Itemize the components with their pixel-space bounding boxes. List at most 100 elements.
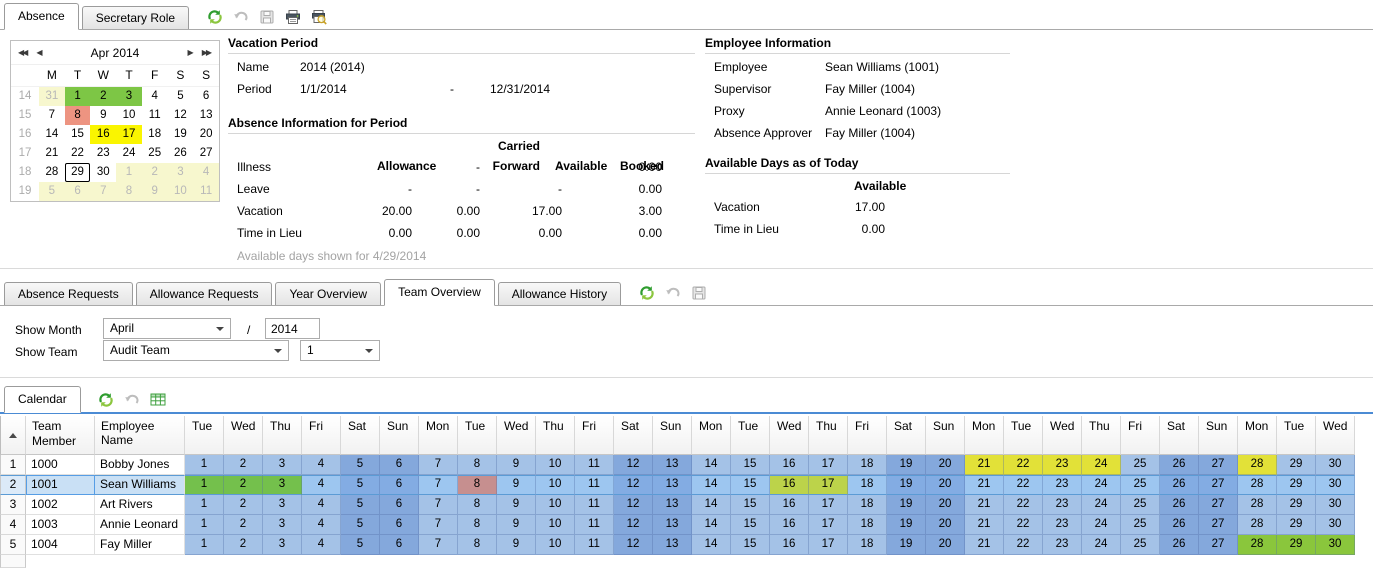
day-column-header[interactable]: Sun [653,416,692,455]
day-cell[interactable]: 23 [1043,515,1082,535]
day-cell[interactable]: 9 [497,495,536,515]
day-cell[interactable]: 29 [1277,535,1316,555]
employee-name-cell[interactable]: Bobby Jones [95,455,185,475]
day-cell[interactable]: 11 [575,475,614,495]
day-cell[interactable]: 23 [1043,475,1082,495]
year-input[interactable] [265,318,320,339]
day-column-header[interactable]: Mon [692,416,731,455]
day-cell[interactable]: 26 [1160,475,1199,495]
day-cell[interactable]: 28 [1238,535,1277,555]
day-cell[interactable]: 21 [965,495,1004,515]
day-cell[interactable]: 25 [1121,495,1160,515]
day-cell[interactable]: 13 [653,495,692,515]
day-cell[interactable]: 23 [1043,455,1082,475]
day-cell[interactable]: 10 [536,535,575,555]
day-column-header[interactable]: Wed [770,416,809,455]
day-cell[interactable]: 1 [185,475,224,495]
day-cell[interactable]: 18 [848,515,887,535]
calendar-day[interactable]: 26 [168,144,194,163]
row-number-cell[interactable]: 5 [0,535,26,555]
calendar-day[interactable]: 1 [116,163,142,182]
day-cell[interactable]: 11 [575,535,614,555]
day-cell[interactable]: 24 [1082,515,1121,535]
calendar-day[interactable]: 4 [193,163,219,182]
employee-name-cell[interactable]: Annie Leonard [95,515,185,535]
calendar-day[interactable]: 3 [116,87,142,106]
day-cell[interactable]: 27 [1199,535,1238,555]
prev-year-icon[interactable]: ◀◀ [18,48,26,57]
tab-absence-requests[interactable]: Absence Requests [4,282,133,305]
employee-name-column-header[interactable]: Employee Name [95,416,185,455]
calendar-day[interactable]: 31 [39,87,65,106]
day-column-header[interactable]: Tue [1277,416,1316,455]
day-column-header[interactable]: Tue [1004,416,1043,455]
day-cell[interactable]: 15 [731,475,770,495]
day-cell[interactable]: 25 [1121,535,1160,555]
calendar-day[interactable]: 30 [90,163,116,182]
calendar-day[interactable]: 4 [142,87,168,106]
day-cell[interactable]: 17 [809,535,848,555]
calendar-day[interactable]: 10 [168,182,194,201]
calendar-day[interactable]: 21 [39,144,65,163]
day-column-header[interactable]: Sun [380,416,419,455]
day-column-header[interactable]: Fri [575,416,614,455]
day-cell[interactable]: 18 [848,495,887,515]
day-cell[interactable]: 26 [1160,535,1199,555]
day-cell[interactable]: 24 [1082,455,1121,475]
tab-allowance-history[interactable]: Allowance History [498,282,621,305]
day-cell[interactable]: 18 [848,475,887,495]
day-cell[interactable]: 17 [809,515,848,535]
calendar-day[interactable]: 9 [142,182,168,201]
calendar-day[interactable]: 12 [168,106,194,125]
calendar-day[interactable]: 15 [65,125,91,144]
day-cell[interactable]: 26 [1160,515,1199,535]
calendar-day[interactable]: 17 [116,125,142,144]
day-cell[interactable]: 15 [731,535,770,555]
day-cell[interactable]: 7 [419,495,458,515]
day-column-header[interactable]: Wed [1316,416,1355,455]
refresh-icon[interactable] [98,391,115,408]
calendar-day[interactable]: 25 [142,144,168,163]
employee-name-cell[interactable]: Art Rivers [95,495,185,515]
day-cell[interactable]: 20 [926,455,965,475]
day-cell[interactable]: 25 [1121,515,1160,535]
day-cell[interactable]: 16 [770,535,809,555]
tab-team-overview[interactable]: Team Overview [384,279,495,306]
day-cell[interactable]: 21 [965,515,1004,535]
day-cell[interactable]: 8 [458,455,497,475]
tab-allowance-requests[interactable]: Allowance Requests [136,282,273,305]
day-cell[interactable]: 10 [536,475,575,495]
calendar-day[interactable]: 6 [65,182,91,201]
refresh-icon[interactable] [638,284,655,301]
row-number-cell[interactable]: 3 [0,495,26,515]
day-cell[interactable]: 4 [302,455,341,475]
day-cell[interactable]: 25 [1121,475,1160,495]
calendar-day[interactable]: 6 [193,87,219,106]
day-cell[interactable]: 1 [185,455,224,475]
calendar-day[interactable]: 10 [116,106,142,125]
refresh-icon[interactable] [206,8,223,25]
row-number-column-header[interactable] [0,416,26,455]
calendar-day[interactable]: 16 [90,125,116,144]
day-cell[interactable]: 7 [419,535,458,555]
calendar-day[interactable]: 24 [116,144,142,163]
day-column-header[interactable]: Sun [926,416,965,455]
tab-absence[interactable]: Absence [4,3,79,30]
calendar-day[interactable]: 9 [90,106,116,125]
calendar-day[interactable]: 22 [65,144,91,163]
day-cell[interactable]: 12 [614,515,653,535]
day-cell[interactable]: 30 [1316,495,1355,515]
day-cell[interactable]: 29 [1277,455,1316,475]
day-cell[interactable]: 22 [1004,535,1043,555]
day-cell[interactable]: 10 [536,515,575,535]
day-cell[interactable]: 3 [263,455,302,475]
calendar-day-selected[interactable]: 29 [65,163,91,182]
day-cell[interactable]: 27 [1199,475,1238,495]
day-column-header[interactable]: Tue [731,416,770,455]
save-icon[interactable] [690,284,707,301]
day-cell[interactable]: 30 [1316,535,1355,555]
day-cell[interactable]: 16 [770,515,809,535]
calendar-day[interactable]: 11 [142,106,168,125]
calendar-day[interactable]: 8 [116,182,142,201]
day-cell[interactable]: 13 [653,455,692,475]
